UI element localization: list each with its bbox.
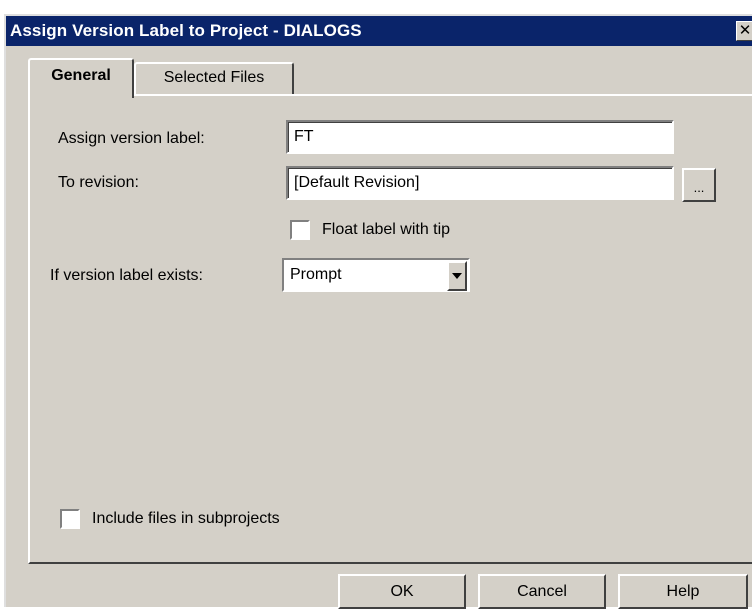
version-exists-value: Prompt (290, 266, 342, 283)
tab-general[interactable]: General (28, 58, 134, 98)
close-icon: ✕ (738, 22, 752, 39)
float-label-checkbox[interactable] (290, 220, 310, 240)
title-bar[interactable]: Assign Version Label to Project - DIALOG… (6, 16, 752, 46)
dropdown-button[interactable] (447, 261, 467, 291)
include-subprojects-checkbox[interactable] (60, 509, 80, 529)
cancel-label: Cancel (517, 583, 567, 600)
help-label: Help (666, 583, 700, 600)
help-button[interactable]: Help (618, 574, 748, 609)
window-title: Assign Version Label to Project - DIALOG… (10, 21, 362, 40)
close-button[interactable]: ✕ (736, 21, 752, 41)
revision-input[interactable]: [Default Revision] (286, 166, 674, 200)
tab-general-label: General (51, 67, 111, 84)
tab-selected-files[interactable]: Selected Files (134, 62, 294, 96)
browse-label: ... (693, 180, 705, 195)
assign-version-label-dialog: Assign Version Label to Project - DIALOG… (4, 14, 752, 609)
to-revision-label: To revision: (58, 174, 139, 191)
general-tab-panel (28, 94, 752, 564)
ok-button[interactable]: OK (338, 574, 466, 609)
version-exists-select[interactable]: Prompt (282, 258, 470, 292)
cancel-button[interactable]: Cancel (478, 574, 606, 609)
float-label-text: Float label with tip (322, 221, 451, 238)
include-subprojects-label: Include files in subprojects (92, 510, 280, 527)
assign-version-label-text: Assign version label: (58, 130, 205, 147)
ok-label: OK (390, 583, 414, 600)
if-version-label-exists-label: If version label exists: (50, 267, 203, 284)
chevron-down-icon (452, 273, 462, 279)
tab-selected-files-label: Selected Files (163, 69, 265, 86)
browse-revision-button[interactable]: ... (682, 168, 716, 202)
version-label-input[interactable]: FT (286, 120, 674, 154)
